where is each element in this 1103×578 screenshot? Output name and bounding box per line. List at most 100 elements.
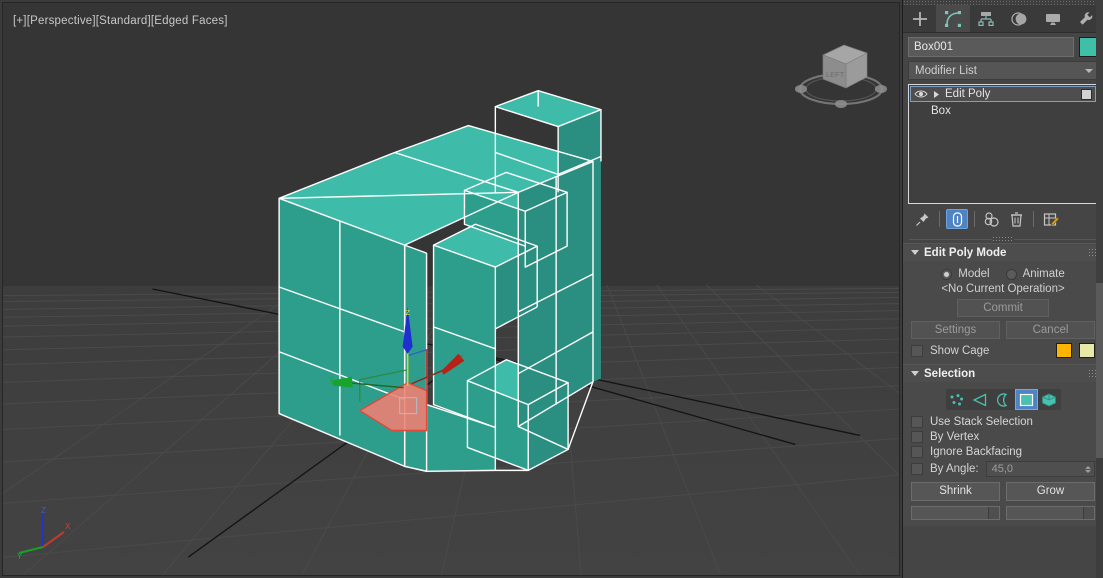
hierarchy-tab[interactable] <box>970 5 1003 32</box>
tripod-y-label: Y <box>17 552 23 561</box>
edge-level-button[interactable] <box>968 389 992 410</box>
plus-icon <box>912 11 927 26</box>
by-angle-spinner[interactable]: 45,0 <box>985 461 1095 477</box>
by-angle-checkbox[interactable] <box>911 463 923 475</box>
command-panel[interactable]: Modifier List Edit Poly Box <box>903 0 1103 578</box>
ring-spinner[interactable] <box>988 507 999 519</box>
vertex-level-button[interactable] <box>945 389 969 410</box>
motion-tab[interactable] <box>1003 5 1036 32</box>
display-tab[interactable] <box>1036 5 1069 32</box>
pin-icon <box>915 213 928 226</box>
shrink-grow-row[interactable]: Shrink Grow <box>911 482 1095 501</box>
use-stack-selection-checkbox[interactable] <box>911 416 923 428</box>
animate-radio[interactable]: Animate <box>1005 268 1065 280</box>
scrollbar-thumb[interactable] <box>1096 283 1103 458</box>
remove-modifier-button[interactable] <box>1005 209 1027 229</box>
modifier-stack[interactable]: Edit Poly Box <box>908 84 1098 204</box>
viewcube[interactable]: LEFT <box>793 31 893 113</box>
wrench-icon <box>1080 11 1093 25</box>
command-panel-tabs[interactable] <box>903 5 1103 33</box>
ignore-backfacing-label: Ignore Backfacing <box>930 446 1023 458</box>
vertex-icon <box>950 393 964 405</box>
polygon-icon <box>1019 393 1033 406</box>
modifier-enable-checkbox[interactable] <box>1081 88 1092 100</box>
trash-icon <box>1010 211 1022 227</box>
cancel-button[interactable]: Cancel <box>1006 321 1095 339</box>
border-icon <box>996 392 1008 407</box>
border-level-button[interactable] <box>991 389 1015 410</box>
eye-icon[interactable] <box>914 89 928 99</box>
ring-loop-row[interactable] <box>911 506 1095 520</box>
tripod-x-label: X <box>65 522 71 531</box>
ignore-backfacing-row[interactable]: Ignore Backfacing <box>911 446 1095 458</box>
rollout-collapse-icon[interactable] <box>911 371 919 376</box>
by-vertex-checkbox[interactable] <box>911 431 923 443</box>
object-name-row[interactable] <box>903 33 1103 59</box>
stack-item-label: Box <box>931 105 951 117</box>
configure-icon <box>1043 212 1059 226</box>
modifier-stack-toolbar[interactable] <box>903 204 1103 230</box>
spinner-arrows-icon[interactable] <box>1085 465 1091 473</box>
loop-button[interactable] <box>1006 506 1095 520</box>
toolbar-separator <box>974 211 975 227</box>
rollout-header-edit-poly-mode[interactable]: Edit Poly Mode <box>903 243 1103 261</box>
grow-button[interactable]: Grow <box>1006 482 1095 501</box>
element-level-button[interactable] <box>1037 389 1061 410</box>
loop-spinner[interactable] <box>1083 507 1094 519</box>
rollout-body-edit-poly-mode: Model Animate <No Current Operation> Com… <box>903 261 1103 364</box>
cage-color-swatch-1[interactable] <box>1056 343 1072 358</box>
modify-tab[interactable] <box>936 5 970 32</box>
show-cage-row[interactable]: Show Cage <box>911 343 1095 358</box>
show-cage-label: Show Cage <box>930 344 990 357</box>
rollout-collapse-icon[interactable] <box>911 250 919 255</box>
cage-color-swatch-2[interactable] <box>1079 343 1095 358</box>
commit-button[interactable]: Commit <box>957 299 1049 317</box>
modify-curve-icon <box>944 10 961 27</box>
axis-tripod: Z Y X <box>17 506 71 561</box>
show-cage-checkbox[interactable] <box>911 344 923 357</box>
make-unique-button[interactable] <box>981 209 1003 229</box>
rollout-selection: Selection Use Stack Selection By Vertex … <box>903 364 1103 526</box>
show-end-result-button[interactable] <box>946 209 968 229</box>
by-vertex-label: By Vertex <box>930 431 980 443</box>
rollout-header-selection[interactable]: Selection <box>903 364 1103 382</box>
configure-modifier-sets-button[interactable] <box>1040 209 1062 229</box>
use-stack-selection-row[interactable]: Use Stack Selection <box>911 416 1095 428</box>
stack-item-edit-poly[interactable]: Edit Poly <box>910 86 1096 102</box>
settings-button[interactable]: Settings <box>911 321 1000 339</box>
panel-right-edge <box>1096 0 1103 283</box>
object-name-field[interactable] <box>908 37 1074 57</box>
modifier-list-dropdown[interactable]: Modifier List <box>908 61 1098 80</box>
transform-gizmo[interactable]: z x y <box>3 3 899 575</box>
mode-radio-group[interactable]: Model Animate <box>911 268 1095 280</box>
viewcube-face-label: LEFT <box>826 70 845 79</box>
radio-dot <box>1005 268 1017 280</box>
model-radio[interactable]: Model <box>941 268 990 280</box>
by-angle-row[interactable]: By Angle: 45,0 <box>911 461 1095 477</box>
sub-object-level-bar[interactable] <box>911 389 1095 410</box>
toolbar-separator <box>1033 211 1034 227</box>
hierarchy-icon <box>978 11 994 26</box>
stack-item-box[interactable]: Box <box>909 103 1097 119</box>
radio-dot <box>941 268 953 280</box>
ring-button[interactable] <box>911 506 1000 520</box>
model-radio-label: Model <box>958 268 990 280</box>
viewport-canvas[interactable]: [+][Perspective][Standard][Edged Faces] … <box>2 2 900 576</box>
create-tab[interactable] <box>903 5 936 32</box>
by-angle-label: By Angle: <box>930 463 979 475</box>
polygon-level-button[interactable] <box>1014 389 1038 410</box>
stack-item-label: Edit Poly <box>945 88 991 100</box>
gizmo-x-label: x <box>458 352 463 362</box>
panel-grip[interactable] <box>903 235 1103 243</box>
edge-icon <box>972 392 987 407</box>
by-vertex-row[interactable]: By Vertex <box>911 431 1095 443</box>
command-panel-scrollbar[interactable] <box>1096 283 1103 578</box>
motion-circles-icon <box>1011 11 1027 26</box>
shrink-button[interactable]: Shrink <box>911 482 1000 501</box>
pin-stack-button[interactable] <box>911 209 933 229</box>
expand-arrow-icon[interactable] <box>932 90 941 99</box>
rollout-edit-poly-mode: Edit Poly Mode Model Animate <No Current… <box>903 243 1103 364</box>
ignore-backfacing-checkbox[interactable] <box>911 446 923 458</box>
viewport[interactable]: [+][Perspective][Standard][Edged Faces] … <box>0 0 903 578</box>
make-unique-icon <box>984 211 999 227</box>
